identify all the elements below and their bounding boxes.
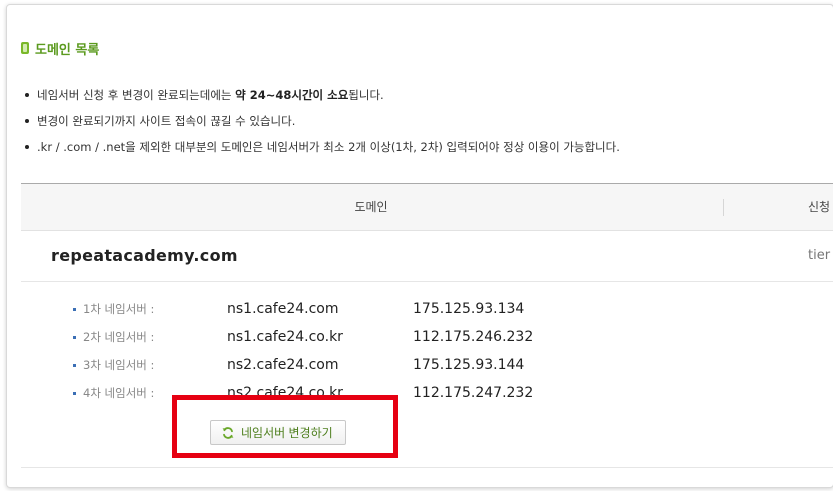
change-nameserver-button[interactable]: 네임서버 변경하기 — [210, 420, 346, 445]
domain-list-panel: 도메인 목록 네임서버 신청 후 변경이 완료되는데에는 약 24~48시간이 … — [6, 4, 833, 488]
domain-name: repeatacademy.com — [51, 246, 238, 265]
refresh-icon — [222, 426, 234, 439]
column-header-request: 신청 — [808, 200, 831, 214]
notice-item: 변경이 완료되기까지 사이트 접속이 끊길 수 있습니다. — [25, 108, 620, 134]
bullet-icon — [73, 308, 76, 311]
nameserver-label: 3차 네임서버 : — [83, 358, 155, 372]
nameserver-label: 2차 네임서버 : — [83, 330, 155, 344]
bullet-icon — [73, 336, 76, 339]
section-title-text: 도메인 목록 — [35, 42, 100, 58]
nameserver-label: 4차 네임서버 : — [83, 386, 155, 400]
nameserver-host: ns2.cafe24.co.kr — [227, 385, 343, 401]
nameserver-host: ns1.cafe24.co.kr — [227, 329, 343, 345]
table-row: repeatacademy.com tier — [21, 231, 833, 282]
nameserver-host: ns1.cafe24.com — [227, 301, 339, 317]
nameserver-label: 1차 네임서버 : — [83, 302, 155, 316]
nameserver-ip: 175.125.93.144 — [413, 357, 525, 373]
nameserver-ip: 112.175.247.232 — [413, 385, 534, 401]
nameserver-ip: 175.125.93.134 — [413, 301, 525, 317]
section-title: 도메인 목록 — [21, 39, 100, 58]
bullet-icon — [73, 392, 76, 395]
nameserver-ip: 112.175.246.232 — [413, 329, 534, 345]
notice-list: 네임서버 신청 후 변경이 완료되는데에는 약 24~48시간이 소요됩니다. … — [25, 82, 620, 160]
notice-item: 네임서버 신청 후 변경이 완료되는데에는 약 24~48시간이 소요됩니다. — [25, 82, 620, 108]
notice-emphasis: 약 24~48시간이 소요 — [235, 88, 349, 102]
notice-item: .kr / .com / .net을 제외한 대부분의 도메인은 네임서버가 최… — [25, 134, 620, 160]
column-header-domain: 도메인 — [354, 200, 388, 214]
nameserver-host: ns2.cafe24.com — [227, 357, 339, 373]
column-divider — [723, 199, 724, 216]
change-nameserver-label: 네임서버 변경하기 — [241, 426, 333, 440]
bullet-icon — [73, 364, 76, 367]
table-header: 도메인 신청 — [21, 184, 833, 231]
table-bottom-border — [21, 467, 833, 468]
bullet-square-icon — [21, 42, 29, 54]
domain-status: tier — [808, 248, 831, 263]
